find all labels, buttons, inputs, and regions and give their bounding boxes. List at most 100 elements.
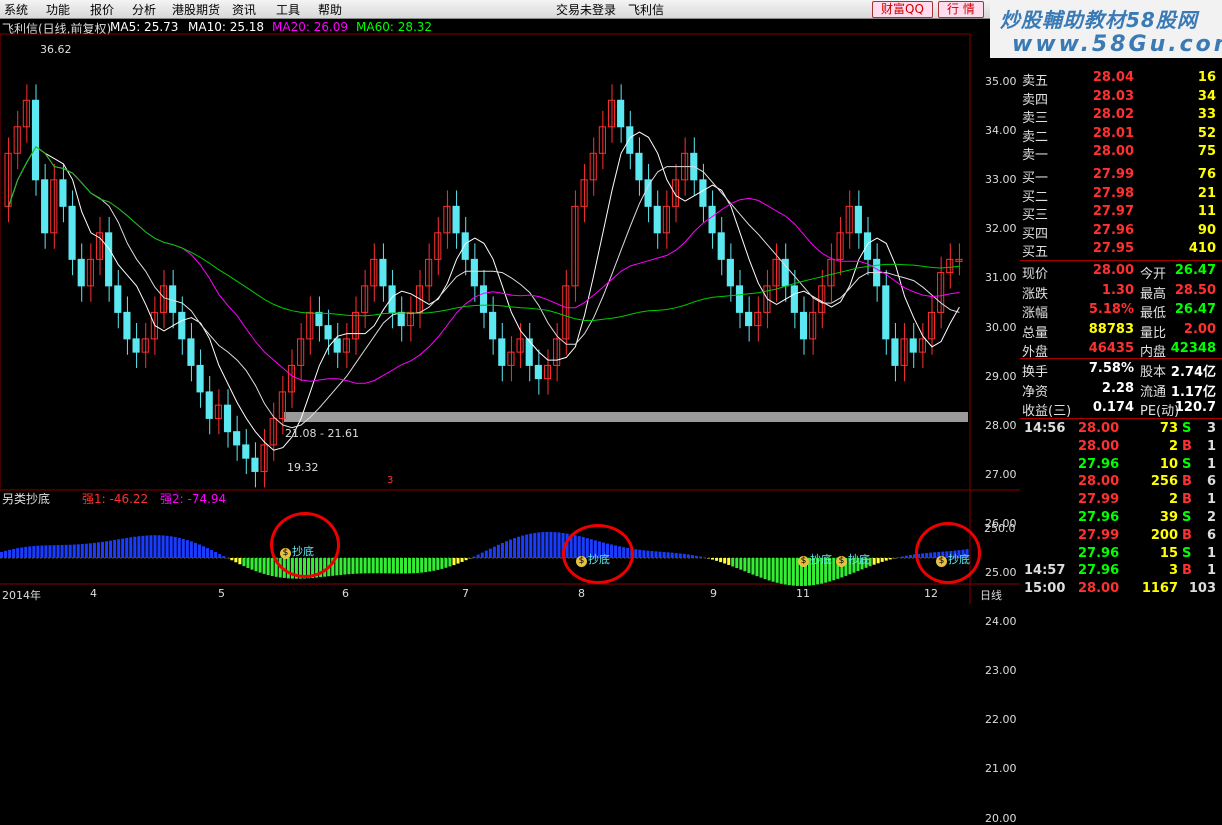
indicator-bar — [408, 558, 411, 573]
candle-body — [32, 100, 38, 180]
indicator-bar — [711, 558, 714, 560]
indicator-bar — [650, 551, 653, 558]
menu-item-hk-futures[interactable]: 港股期货 — [172, 1, 220, 18]
indicator-bar — [675, 553, 678, 558]
stat-value: 26.47 — [1175, 302, 1216, 317]
stat-value: 1.30 — [1076, 283, 1134, 298]
trade-side: B — [1182, 563, 1192, 578]
menu-item-tools[interactable]: 工具 — [276, 1, 300, 18]
order-label: 买五 — [1022, 241, 1048, 260]
indicator-bar — [101, 542, 104, 558]
candle-body — [499, 339, 505, 366]
order-row[interactable]: 买五27.95410 — [1020, 241, 1222, 259]
order-price: 27.99 — [1076, 167, 1134, 182]
candle-body — [42, 180, 48, 233]
trade-count: 6 — [1207, 528, 1216, 543]
order-row[interactable]: 卖五28.0416 — [1020, 70, 1222, 88]
stat-label: 最高 — [1140, 283, 1166, 302]
candle-body — [490, 312, 496, 339]
order-row[interactable]: 卖一28.0075 — [1020, 144, 1222, 162]
buy-signal-badge: $抄底 — [836, 551, 870, 567]
indicator-bar — [751, 558, 754, 575]
order-row[interactable]: 买三27.9711 — [1020, 204, 1222, 222]
divider — [1020, 418, 1222, 419]
indicator-bar — [517, 537, 520, 558]
indicator-bar — [372, 558, 375, 573]
indicator-bar — [452, 558, 455, 565]
order-row[interactable]: 卖二28.0152 — [1020, 126, 1222, 144]
caifu-qq-button[interactable]: 财富QQ — [872, 1, 933, 18]
candle-body — [627, 127, 633, 154]
price-tick: 24.00 — [985, 615, 1017, 628]
indicator-bar — [32, 546, 35, 558]
price-tick: 30.00 — [985, 321, 1017, 334]
signal-text: 抄底 — [848, 553, 870, 566]
indicator-bar — [113, 540, 116, 558]
order-row[interactable]: 买四27.9690 — [1020, 223, 1222, 241]
indicator-bar — [440, 558, 443, 569]
indicator-bar — [137, 536, 140, 558]
trade-price: 27.99 — [1078, 528, 1119, 543]
order-volume: 16 — [1198, 70, 1216, 85]
indicator-bar — [663, 552, 666, 558]
indicator-bar — [364, 558, 367, 573]
indicator-bar — [703, 557, 706, 558]
candlestick-chart[interactable] — [0, 18, 1020, 604]
stat-value: 120.7 — [1175, 400, 1216, 415]
indicator-bar — [97, 542, 100, 558]
order-row[interactable]: 买二27.9821 — [1020, 186, 1222, 204]
candle-body — [791, 286, 797, 313]
candle-body — [69, 206, 75, 259]
money-bag-icon: $ — [798, 556, 809, 567]
menu-item-news[interactable]: 资讯 — [232, 1, 256, 18]
indicator-bar — [190, 541, 193, 558]
quote-stat-row: 涨跌1.30最高28.50 — [1020, 283, 1222, 301]
candle-body — [380, 259, 386, 286]
candle-body — [115, 286, 121, 313]
candle-body — [133, 339, 139, 352]
menu-item-help[interactable]: 帮助 — [318, 1, 342, 18]
trade-status: 交易未登录 — [556, 1, 616, 18]
indicator-bar — [339, 558, 342, 575]
indicator-q2: 强2: -74.94 — [160, 490, 226, 507]
order-row[interactable]: 卖三28.0233 — [1020, 107, 1222, 125]
indicator-bar — [89, 543, 92, 558]
order-price: 28.03 — [1076, 89, 1134, 104]
candle-body — [554, 339, 560, 366]
trade-row: 27.992B1 — [1020, 492, 1222, 510]
candle-body — [800, 312, 806, 339]
indicator-bar — [28, 546, 31, 558]
indicator-bar — [230, 558, 233, 560]
period-label[interactable]: 日线 — [980, 587, 1002, 603]
indicator-bar — [448, 558, 451, 566]
indicator-bar — [8, 550, 11, 558]
indicator-bar — [457, 558, 460, 564]
indicator-bar — [901, 556, 904, 558]
indicator-bar — [683, 554, 686, 558]
menu-item-quote[interactable]: 报价 — [90, 1, 114, 18]
menu-item-analysis[interactable]: 分析 — [132, 1, 156, 18]
quote-button[interactable]: 行 情 — [938, 1, 984, 18]
order-row[interactable]: 卖四28.0334 — [1020, 89, 1222, 107]
indicator-bar — [57, 545, 60, 558]
indicator-bar — [4, 551, 7, 558]
indicator-bar — [691, 555, 694, 558]
quote-stat-row: 收益(三)0.174PE(动)120.7 — [1020, 400, 1222, 418]
indicator-bar — [246, 558, 249, 568]
indicator-bar — [218, 554, 221, 558]
stat-label: 涨幅 — [1022, 302, 1048, 321]
stat-label: 最低 — [1140, 302, 1166, 321]
menu-item-system[interactable]: 系统 — [4, 1, 28, 18]
indicator-bar — [739, 558, 742, 570]
menu-item-function[interactable]: 功能 — [46, 1, 70, 18]
watermark-title: 炒股輔助教材58股网 — [1000, 4, 1198, 33]
indicator-bar — [776, 558, 779, 583]
stat-value: 0.174 — [1076, 400, 1134, 415]
order-price: 27.96 — [1076, 223, 1134, 238]
order-row[interactable]: 买一27.9976 — [1020, 167, 1222, 185]
watermark-url: www.58Gu.com — [1012, 32, 1222, 57]
indicator-bar — [549, 532, 552, 558]
indicator-bar — [897, 557, 900, 558]
indicator-bar — [214, 552, 217, 558]
candle-body — [654, 206, 660, 233]
